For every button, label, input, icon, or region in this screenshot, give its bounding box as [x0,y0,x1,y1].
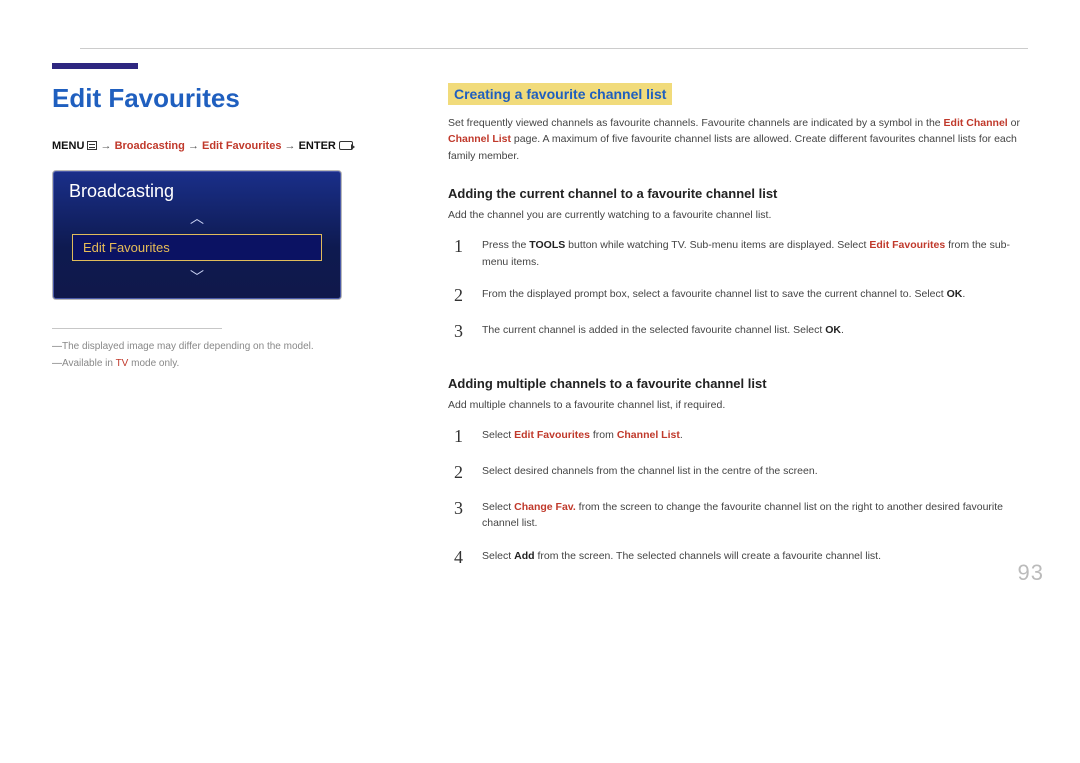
step-2-4: 4Select Add from the screen. The selecte… [454,542,1028,578]
step-number: 1 [454,427,468,447]
intro-post: page. A maximum of five favourite channe… [448,133,1017,161]
intro-hl-edit-channel: Edit Channel [944,117,1008,129]
footnote-1: ―The displayed image may differ dependin… [52,341,392,352]
header-accent-bar [52,63,138,69]
step-number: 1 [454,237,468,271]
crumb-menu-label: MENU [52,140,84,152]
step-1-3: 3The current channel is added in the sel… [454,316,1028,352]
enter-icon [339,141,353,150]
left-column: Edit Favourites MENU → Broadcasting → Ed… [52,83,392,602]
subheading-1: Adding the current channel to a favourit… [448,186,1028,201]
page: Edit Favourites MENU → Broadcasting → Ed… [0,0,1080,602]
steps-list-1: 1Press the TOOLS button while watching T… [448,231,1028,352]
tv-panel-title: Broadcasting [63,179,331,208]
step-1-2: 2From the displayed prompt box, select a… [454,280,1028,316]
footnote-2-pre: Available in [62,358,116,369]
footnote-2-post: mode only. [128,358,179,369]
breadcrumb: MENU → Broadcasting → Edit Favourites → … [52,140,392,152]
step-number: 3 [454,499,468,533]
footnote-2: ―Available in TV mode only. [52,358,392,369]
step-2-3: 3Select Change Fav. from the screen to c… [454,493,1028,543]
notes-divider [52,328,222,329]
section-intro: Set frequently viewed channels as favour… [448,115,1028,164]
steps-list-2: 1Select Edit Favourites from Channel Lis… [448,421,1028,578]
step-number: 3 [454,322,468,342]
lead-1: Add the channel you are currently watchi… [448,209,1028,221]
intro-mid: or [1008,117,1020,129]
page-number: 93 [1018,560,1044,586]
crumb-arrow-2: → [188,140,199,152]
page-title: Edit Favourites [52,83,392,114]
footnote-2-hl: TV [116,358,129,369]
lead-2: Add multiple channels to a favourite cha… [448,399,1028,411]
chevron-up-icon: ︿ [190,208,204,228]
step-number: 2 [454,463,468,483]
crumb-arrow-3: → [285,140,296,152]
tv-preview-panel: Broadcasting ︿ Edit Favourites ﹀ [52,170,342,300]
intro-hl-channel-list: Channel List [448,133,511,145]
crumb-broadcasting: Broadcasting [115,140,185,152]
step-2-1: 1Select Edit Favourites from Channel Lis… [454,421,1028,457]
crumb-edit-favourites: Edit Favourites [202,140,281,152]
step-2-2: 2Select desired channels from the channe… [454,457,1028,493]
footnote-1-text: The displayed image may differ depending… [62,341,314,352]
step-number: 2 [454,286,468,306]
step-1-1: 1Press the TOOLS button while watching T… [454,231,1028,281]
right-column: Creating a favourite channel list Set fr… [448,83,1028,602]
section-heading: Creating a favourite channel list [448,83,672,105]
chevron-down-icon: ﹀ [190,267,204,287]
intro-pre: Set frequently viewed channels as favour… [448,117,944,129]
step-number: 4 [454,548,468,568]
menu-icon [87,141,97,150]
subheading-2: Adding multiple channels to a favourite … [448,376,1028,391]
crumb-enter-label: ENTER [299,140,336,152]
tv-selected-item: Edit Favourites [72,234,322,261]
header-rule [80,48,1028,49]
crumb-arrow-1: → [101,140,112,152]
